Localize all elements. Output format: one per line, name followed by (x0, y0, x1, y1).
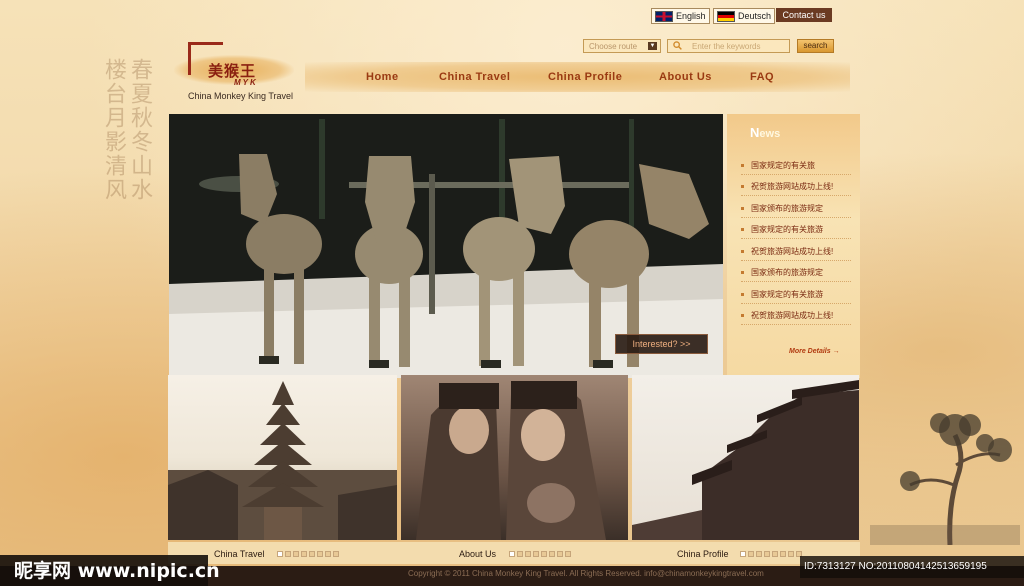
news-item[interactable]: 祝贺旅游网站成功上线! (741, 310, 851, 325)
news-title-rest: ews (759, 128, 781, 140)
more-details-link[interactable]: More Details → (789, 348, 840, 355)
slider-dot[interactable] (325, 551, 331, 557)
ancient-buildings-illustration (632, 380, 859, 540)
slider-dot[interactable] (285, 551, 291, 557)
search-icon (673, 41, 682, 50)
slider-dot[interactable] (557, 551, 563, 557)
news-item-text: 祝贺旅游网站成功上线! (751, 311, 834, 320)
news-item[interactable]: 祝贺旅游网站成功上线! (741, 246, 851, 261)
drum-tower-illustration (168, 381, 397, 540)
china-travel-thumbnail[interactable] (168, 375, 397, 540)
slider-dot[interactable] (533, 551, 539, 557)
bullet-icon (741, 185, 744, 189)
news-item[interactable]: 国家颁布的旅游规定 (741, 203, 851, 218)
caption-about-us[interactable]: About Us (459, 549, 496, 559)
language-deutsch-label: Deutsch (738, 11, 772, 21)
slider-dot[interactable] (525, 551, 531, 557)
bullet-icon (741, 250, 744, 254)
bullet-icon (741, 164, 744, 168)
slider-dot[interactable] (565, 551, 571, 557)
language-english-button[interactable]: English (651, 8, 710, 24)
slider-dot[interactable] (788, 551, 794, 557)
slider-dots (740, 551, 802, 557)
german-flag-icon (717, 10, 735, 22)
bullet-icon (741, 228, 744, 232)
news-item-text: 祝贺旅游网站成功上线! (751, 247, 834, 256)
news-item[interactable]: 祝贺旅游网站成功上线! (741, 181, 851, 196)
search-button[interactable]: search (797, 39, 834, 53)
slider-dot[interactable] (748, 551, 754, 557)
people-in-costume-illustration (416, 381, 606, 540)
slider-dot[interactable] (293, 551, 299, 557)
logo[interactable]: 美猴王 MYK (174, 42, 294, 88)
nav-china-profile[interactable]: China Profile (548, 71, 622, 83)
about-us-thumbnail[interactable] (401, 375, 628, 540)
logo-tagline: China Monkey King Travel (188, 91, 294, 101)
caption-china-travel[interactable]: China Travel (214, 549, 265, 559)
language-english-label: English (676, 11, 706, 21)
slider-dots (277, 551, 339, 557)
slider-dot[interactable] (549, 551, 555, 557)
news-item-text: 国家规定的有关旅游 (751, 290, 823, 299)
news-item[interactable]: 国家规定的有关旅游 (741, 224, 851, 239)
bullet-icon (741, 293, 744, 297)
news-item-text: 国家规定的有关旅游 (751, 225, 823, 234)
slider-dot[interactable] (764, 551, 770, 557)
slider-dot[interactable] (277, 551, 283, 557)
news-item-text: 国家颁布的旅游规定 (751, 204, 823, 213)
search-placeholder: Enter the keywords (692, 42, 761, 51)
news-item-text: 祝贺旅游网站成功上线! (751, 182, 834, 191)
search-input[interactable]: Enter the keywords (667, 39, 790, 53)
china-profile-thumbnail[interactable] (632, 375, 859, 540)
ink-tree-decoration (870, 413, 1020, 545)
language-deutsch-button[interactable]: Deutsch (713, 8, 776, 24)
bullet-icon (741, 207, 744, 211)
news-item[interactable]: 国家规定的有关旅游 (741, 289, 851, 304)
slider-dots (509, 551, 571, 557)
slider-dot[interactable] (301, 551, 307, 557)
chevron-down-icon: ▼ (648, 42, 657, 50)
watermark-site: 昵享网 www.nipic.cn (14, 560, 220, 582)
slider-dot[interactable] (509, 551, 515, 557)
slider-dot[interactable] (309, 551, 315, 557)
news-item-text: 国家颁布的旅游规定 (751, 268, 823, 277)
logo-abbr: MYK (234, 78, 258, 87)
nav-home[interactable]: Home (366, 71, 399, 83)
calligraphy-decoration: 春夏秋冬山水楼台月影清风 (101, 58, 152, 202)
slider-dot[interactable] (756, 551, 762, 557)
route-select-placeholder: Choose route (589, 42, 638, 51)
news-item[interactable]: 国家规定的有关旅 (741, 160, 851, 175)
news-title-initial: N (750, 125, 760, 140)
nav-about-us[interactable]: About Us (659, 71, 712, 83)
slider-dot[interactable] (740, 551, 746, 557)
slider-dot[interactable] (517, 551, 523, 557)
news-item-text: 国家规定的有关旅 (751, 161, 815, 170)
footer-copyright: Copyright © 2011 China Monkey King Trave… (408, 569, 764, 578)
uk-flag-icon (655, 10, 673, 22)
slider-dot[interactable] (317, 551, 323, 557)
nav-faq[interactable]: FAQ (750, 71, 774, 83)
route-select[interactable]: Choose route ▼ (583, 39, 661, 53)
news-item[interactable]: 国家颁布的旅游规定 (741, 267, 851, 282)
bullet-icon (741, 314, 744, 318)
contact-us-button[interactable]: Contact us (776, 8, 832, 22)
watermark-id: ID:7313127 NO:20110804142513659195 (800, 556, 1024, 578)
caption-china-profile[interactable]: China Profile (677, 549, 729, 559)
nav-china-travel[interactable]: China Travel (439, 71, 510, 83)
slider-dot[interactable] (333, 551, 339, 557)
bullet-icon (741, 271, 744, 275)
slider-dot[interactable] (541, 551, 547, 557)
interested-button[interactable]: Interested? >> (615, 334, 708, 354)
slider-dot[interactable] (772, 551, 778, 557)
slider-dot[interactable] (780, 551, 786, 557)
news-title: News (750, 125, 780, 140)
